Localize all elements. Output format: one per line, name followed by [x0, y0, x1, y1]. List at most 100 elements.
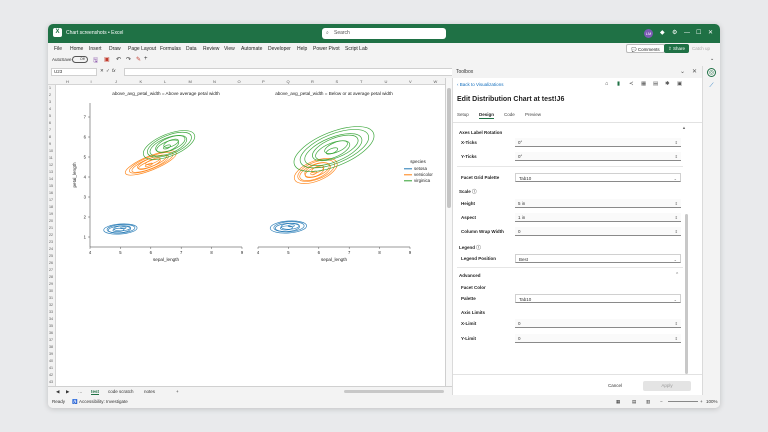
- row-header[interactable]: 29: [49, 282, 53, 286]
- tab-design[interactable]: Design: [479, 112, 495, 119]
- pane-scrollbar[interactable]: [685, 214, 688, 374]
- row-header[interactable]: 43: [49, 380, 53, 384]
- row-header[interactable]: 18: [49, 205, 53, 209]
- row-header[interactable]: 33: [49, 310, 53, 314]
- close-icon[interactable]: ✕: [708, 29, 713, 38]
- tab-code[interactable]: Code: [504, 112, 515, 117]
- chart-icon[interactable]: ▮: [617, 81, 620, 87]
- home-icon[interactable]: ⌂: [605, 81, 608, 87]
- row-header[interactable]: 3: [49, 100, 51, 104]
- column-header[interactable]: O: [238, 79, 241, 84]
- column-header[interactable]: Q: [287, 79, 290, 84]
- row-header[interactable]: 23: [49, 240, 53, 244]
- row-header[interactable]: 4: [49, 107, 51, 111]
- row-header[interactable]: 39: [49, 352, 53, 356]
- catch-up-button[interactable]: Catch up: [688, 44, 714, 53]
- menu-script-lab[interactable]: Script Lab: [345, 46, 368, 52]
- xlimit-input[interactable]: 0 ⇕: [515, 319, 681, 328]
- row-header[interactable]: 13: [49, 170, 53, 174]
- spin-icon[interactable]: ⇕: [675, 152, 678, 161]
- legend-position-select[interactable]: Best ⌄: [515, 254, 681, 263]
- settings-icon[interactable]: ✱: [665, 81, 670, 87]
- row-header[interactable]: 22: [49, 233, 53, 237]
- spin-icon[interactable]: ⇕: [675, 213, 678, 222]
- menu-draw[interactable]: Draw: [109, 46, 121, 52]
- row-header[interactable]: 6: [49, 121, 51, 125]
- scroll-up-icon[interactable]: ▲: [682, 125, 686, 130]
- row-header[interactable]: 26: [49, 261, 53, 265]
- row-header[interactable]: 25: [49, 254, 53, 258]
- menu-formulas[interactable]: Formulas: [160, 46, 181, 52]
- row-header[interactable]: 34: [49, 317, 53, 321]
- spin-icon[interactable]: ⇕: [675, 319, 678, 328]
- palette-select[interactable]: Tab10 ⌄: [515, 294, 681, 303]
- row-header[interactable]: 1: [49, 86, 51, 90]
- format-painter-icon[interactable]: ✎: [136, 56, 141, 63]
- confirm-formula-icon[interactable]: ✓: [106, 68, 110, 74]
- row-header[interactable]: 36: [49, 331, 53, 335]
- row-header[interactable]: 12: [49, 163, 53, 167]
- kde-chart[interactable]: above_avg_petal_width = Above average pe…: [56, 85, 446, 386]
- tab-preview[interactable]: Preview: [525, 112, 541, 117]
- diamond-icon[interactable]: ◆: [660, 29, 665, 38]
- column-header[interactable]: M: [189, 79, 192, 84]
- info-icon[interactable]: ⓘ: [472, 189, 477, 194]
- table-icon[interactable]: ▤: [653, 81, 658, 87]
- menu-insert[interactable]: Insert: [89, 46, 102, 52]
- row-header[interactable]: 14: [49, 177, 53, 181]
- row-header[interactable]: 20: [49, 219, 53, 223]
- discard-icon[interactable]: ▣: [104, 56, 110, 63]
- row-header[interactable]: 41: [49, 366, 53, 370]
- spin-icon[interactable]: ⇕: [675, 199, 678, 208]
- back-link[interactable]: ‹ Back to Visualizations: [457, 82, 503, 87]
- row-header[interactable]: 24: [49, 247, 53, 251]
- facet-grid-palette-select[interactable]: Tab10 ⌄: [515, 173, 681, 182]
- accessibility-status[interactable]: Accessibility: Investigate: [79, 399, 128, 404]
- design-settings[interactable]: ▲ Axes Label Rotation X-Ticks 0° ⇕ Y-Tick…: [453, 122, 703, 372]
- column-header[interactable]: P: [262, 79, 265, 84]
- scroll-thumb[interactable]: [447, 88, 451, 208]
- chevron-up-icon[interactable]: ⌃: [675, 272, 679, 278]
- row-header[interactable]: 11: [49, 156, 53, 160]
- column-header[interactable]: J: [115, 79, 117, 84]
- row-header[interactable]: 7: [49, 128, 51, 132]
- menu-home[interactable]: Home: [70, 46, 83, 52]
- sheet-tab-notes[interactable]: notes: [144, 389, 155, 394]
- menu-developer[interactable]: Developer: [268, 46, 291, 52]
- maximize-icon[interactable]: ☐: [696, 29, 701, 38]
- pane-close-icon[interactable]: ✕: [692, 68, 697, 75]
- row-header[interactable]: 37: [49, 338, 53, 342]
- worksheet[interactable]: HIJKLMNOPQRSTUVW 1 2 3 4 5 6 7 8 9 10 11 12 13 14 15 16…: [48, 78, 446, 386]
- menu-review[interactable]: Review: [203, 46, 219, 52]
- row-header[interactable]: 15: [49, 184, 53, 188]
- redo-icon[interactable]: ↷: [126, 56, 131, 63]
- cancel-button[interactable]: Cancel: [598, 381, 632, 391]
- row-header[interactable]: 27: [49, 268, 53, 272]
- info-icon[interactable]: ⓘ: [476, 245, 481, 250]
- zoom-slider[interactable]: [668, 401, 698, 402]
- comments-button[interactable]: 💬 Comments: [626, 44, 665, 53]
- share-icon[interactable]: ≺: [629, 81, 634, 87]
- row-header[interactable]: 38: [49, 345, 53, 349]
- column-header[interactable]: R: [311, 79, 314, 84]
- settings-icon[interactable]: ⚙: [672, 29, 677, 38]
- normal-view-icon[interactable]: ▦: [616, 399, 620, 405]
- avatar[interactable]: LM: [644, 29, 653, 38]
- menu-file[interactable]: File: [54, 46, 62, 52]
- zoom-in-icon[interactable]: +: [700, 399, 703, 404]
- more-sheets-icon[interactable]: …: [78, 389, 83, 394]
- row-header[interactable]: 9: [49, 142, 51, 146]
- undo-icon[interactable]: ↶: [116, 56, 121, 63]
- spin-icon[interactable]: ⇕: [675, 138, 678, 147]
- column-header[interactable]: T: [360, 79, 362, 84]
- layout-icon[interactable]: ▣: [677, 81, 682, 87]
- menu-help[interactable]: Help: [297, 46, 307, 52]
- row-header[interactable]: 32: [49, 303, 53, 307]
- menu-data[interactable]: Data: [186, 46, 197, 52]
- aspect-input[interactable]: 1 in ⇕: [515, 213, 681, 222]
- pane-options-icon[interactable]: ⌄: [680, 68, 685, 75]
- menu-view[interactable]: View: [224, 46, 235, 52]
- zoom-out-icon[interactable]: −: [660, 399, 663, 404]
- menu-automate[interactable]: Automate: [241, 46, 262, 52]
- row-header[interactable]: 2: [49, 93, 51, 97]
